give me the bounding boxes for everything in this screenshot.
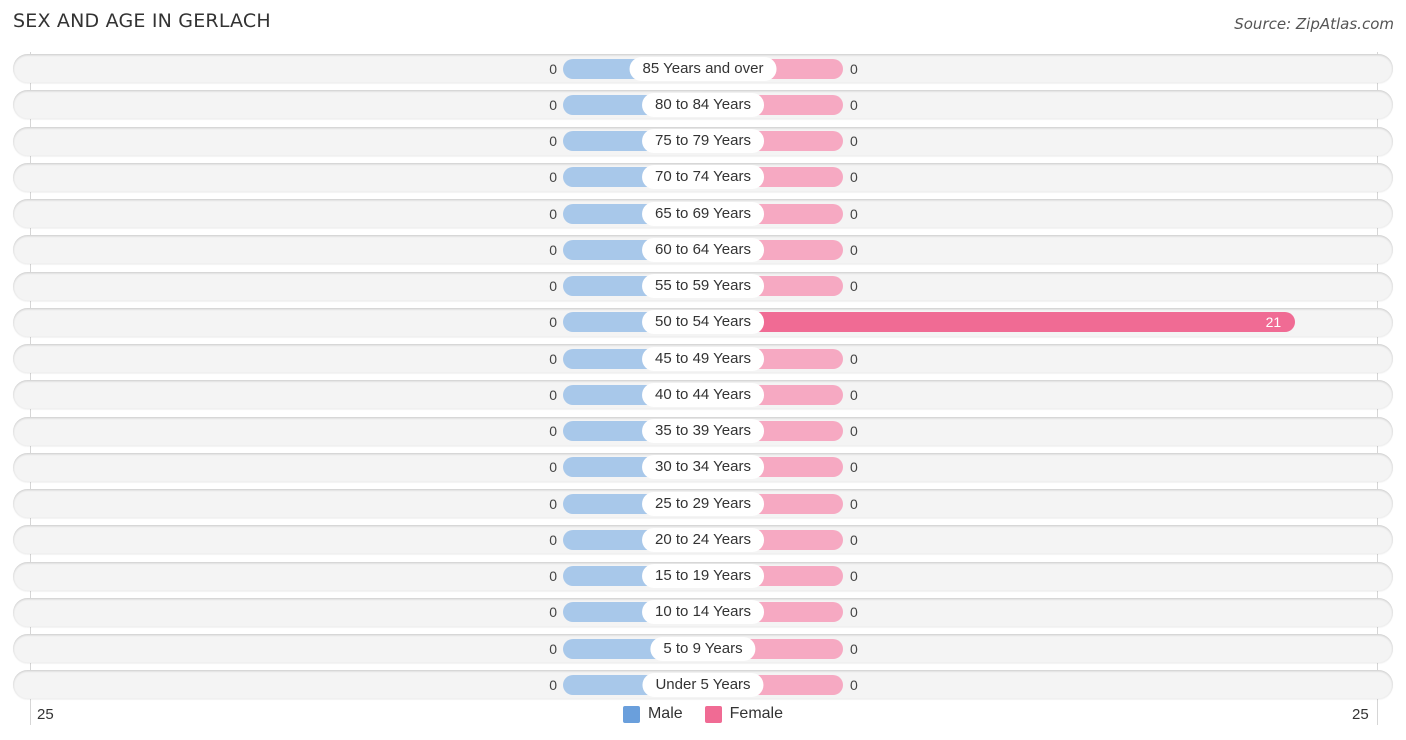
female-value-label: 0 [850,568,858,584]
male-value-label: 0 [549,568,557,584]
age-category-label: 30 to 34 Years [642,455,764,480]
age-category-label: 40 to 44 Years [642,382,764,407]
male-value-label: 0 [549,386,557,403]
female-value-label: 0 [850,495,858,512]
male-value-label: 0 [549,278,557,294]
age-category-label: 85 Years and over [629,56,777,81]
female-value-label: 0 [850,459,858,476]
female-value-label: 0 [850,386,858,403]
male-value-label: 0 [549,676,557,693]
male-value-label: 0 [549,169,557,186]
male-value-label: 0 [549,531,557,548]
age-category-label: 45 to 49 Years [642,346,764,371]
legend: Male Female [0,705,1406,723]
male-value-label: 0 [549,640,557,657]
age-category-label: 60 to 64 Years [642,237,764,262]
female-value-label: 0 [850,60,858,77]
female-value-label: 0 [850,278,858,294]
male-value-label: 0 [549,133,557,149]
age-category-label: 10 to 14 Years [642,600,764,625]
male-value-label: 0 [549,350,557,367]
male-value-label: 0 [549,423,557,439]
male-value-label: 0 [549,205,557,222]
chart-title: SEX AND AGE IN GERLACH [13,10,271,32]
legend-female-label: Female [729,705,784,722]
female-value-label: 0 [850,531,858,548]
female-value-label: 0 [850,676,858,693]
male-value-label: 0 [549,604,557,621]
female-value-label: 0 [850,96,858,113]
age-category-label: 5 to 9 Years [650,636,756,661]
legend-male-label: Male [647,705,683,722]
female-bar[interactable] [703,312,1296,333]
female-swatch [704,705,722,723]
female-value-label: 0 [850,169,858,186]
female-value-label: 0 [850,205,858,222]
female-value-label: 0 [850,241,858,258]
female-value-label: 0 [850,133,858,149]
legend-item-female[interactable]: Female [704,705,784,723]
age-category-label: 55 to 59 Years [642,274,764,298]
legend-item-male[interactable]: Male [622,705,683,723]
male-value-label: 0 [549,241,557,258]
age-category-label: 80 to 84 Years [642,92,764,117]
age-category-label: 65 to 69 Years [642,201,764,226]
age-category-label: Under 5 Years [642,672,764,697]
male-value-label: 0 [549,60,557,77]
female-value-label: 0 [850,350,858,367]
female-value-label: 0 [850,423,858,439]
age-category-label: 15 to 19 Years [642,564,764,588]
source-label: Source: ZipAtlas.com [1234,15,1394,33]
female-value-label: 0 [850,604,858,621]
age-category-label: 75 to 79 Years [642,129,764,153]
male-value-label: 0 [549,495,557,512]
female-value-label: 0 [850,640,858,657]
age-category-label: 20 to 24 Years [642,527,764,552]
male-swatch [622,705,640,723]
male-value-label: 0 [549,459,557,476]
age-category-label: 25 to 29 Years [642,491,764,516]
male-value-label: 0 [549,314,557,331]
age-category-label: 50 to 54 Years [642,310,764,335]
female-value-label: 21 [1265,314,1282,331]
age-category-label: 70 to 74 Years [642,165,764,190]
male-value-label: 0 [549,96,557,113]
age-category-label: 35 to 39 Years [642,419,764,443]
